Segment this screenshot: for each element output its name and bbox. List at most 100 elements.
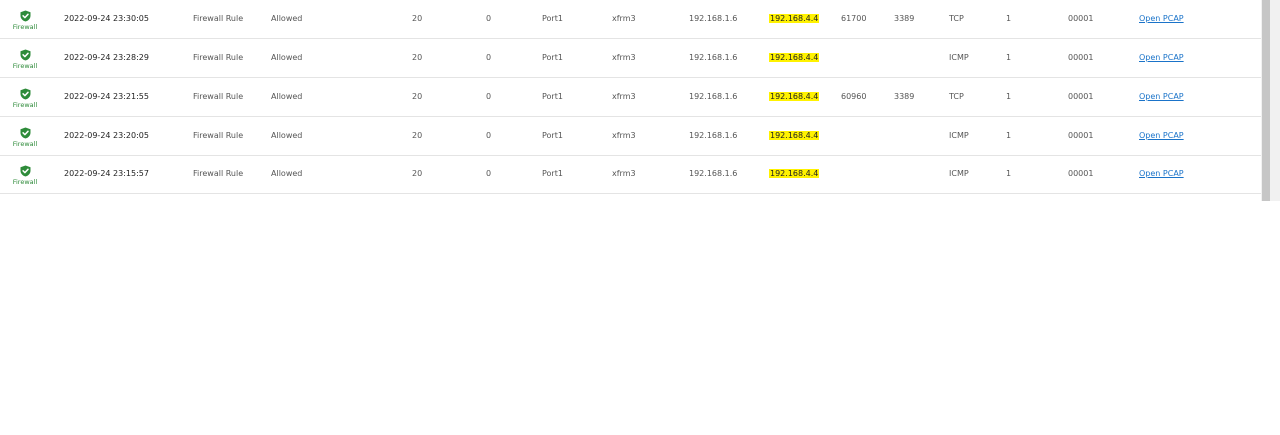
out-interface-cell: xfrm3 <box>612 53 636 62</box>
protocol-cell: ICMP <box>949 169 969 178</box>
rule-count-cell: 1 <box>1006 14 1012 23</box>
shield-check-icon <box>20 49 30 61</box>
open-pcap-link[interactable]: Open PCAP <box>1139 14 1184 23</box>
source-ip-cell: 192.168.1.6 <box>689 14 738 23</box>
policy-cell: 20 <box>412 131 423 140</box>
open-pcap-link[interactable]: Open PCAP <box>1139 131 1184 140</box>
rule-id-cell: 00001 <box>1068 131 1094 140</box>
rule-id-cell: 00001 <box>1068 92 1094 101</box>
destination-ip-cell: 192.168.4.4 <box>769 39 820 77</box>
module-label: Firewall <box>12 140 38 148</box>
source-ip-cell: 192.168.1.6 <box>689 92 738 101</box>
pcap-cell: Open PCAP <box>1139 155 1184 193</box>
in-interface-cell: Port1 <box>542 53 563 62</box>
log-type-cell: Firewall Rule <box>193 92 244 101</box>
open-pcap-link[interactable]: Open PCAP <box>1139 169 1184 178</box>
protocol-cell: TCP <box>949 92 964 101</box>
user-group-cell: 0 <box>486 92 492 101</box>
user-group-cell: 0 <box>486 169 492 178</box>
pcap-cell: Open PCAP <box>1139 0 1184 38</box>
source-port-cell: 60960 <box>841 92 867 101</box>
time-cell: 2022-09-24 23:15:57 <box>64 169 149 178</box>
policy-cell: 20 <box>412 14 423 23</box>
source-ip-cell: 192.168.1.6 <box>689 53 738 62</box>
pcap-cell: Open PCAP <box>1139 78 1184 116</box>
rule-id-cell: 00001 <box>1068 169 1094 178</box>
destination-ip-highlight: 192.168.4.4 <box>769 131 820 140</box>
module-cell: Firewall <box>8 39 42 77</box>
time-cell: 2022-09-24 23:28:29 <box>64 53 149 62</box>
status-cell: Allowed <box>271 131 303 140</box>
table-row[interactable]: Firewall 2022-09-24 23:15:57 Firewall Ru… <box>0 155 1261 194</box>
destination-ip-highlight: 192.168.4.4 <box>769 53 820 62</box>
pcap-cell: Open PCAP <box>1139 39 1184 77</box>
user-group-cell: 0 <box>486 14 492 23</box>
shield-check-icon <box>20 165 30 177</box>
destination-port-cell: 3389 <box>894 14 915 23</box>
status-cell: Allowed <box>271 92 303 101</box>
log-type-cell: Firewall Rule <box>193 169 244 178</box>
out-interface-cell: xfrm3 <box>612 169 636 178</box>
shield-check-icon <box>20 10 30 22</box>
status-cell: Allowed <box>271 14 303 23</box>
module-cell: Firewall <box>8 0 42 38</box>
log-viewer-table: Firewall 2022-09-24 23:30:05 Firewall Ru… <box>0 0 1262 201</box>
user-group-cell: 0 <box>486 53 492 62</box>
in-interface-cell: Port1 <box>542 131 563 140</box>
open-pcap-link[interactable]: Open PCAP <box>1139 53 1184 62</box>
rule-id-cell: 00001 <box>1068 53 1094 62</box>
module-cell: Firewall <box>8 78 42 116</box>
status-cell: Allowed <box>271 169 303 178</box>
scrollbar-thumb[interactable] <box>1262 0 1270 201</box>
protocol-cell: ICMP <box>949 53 969 62</box>
time-cell: 2022-09-24 23:30:05 <box>64 14 149 23</box>
in-interface-cell: Port1 <box>542 92 563 101</box>
module-label: Firewall <box>12 23 38 31</box>
user-group-cell: 0 <box>486 131 492 140</box>
rule-id-cell: 00001 <box>1068 14 1094 23</box>
destination-port-cell: 3389 <box>894 92 915 101</box>
policy-cell: 20 <box>412 53 423 62</box>
rule-count-cell: 1 <box>1006 169 1012 178</box>
in-interface-cell: Port1 <box>542 14 563 23</box>
destination-ip-highlight: 192.168.4.4 <box>769 92 820 101</box>
pcap-cell: Open PCAP <box>1139 117 1184 155</box>
time-cell: 2022-09-24 23:20:05 <box>64 131 149 140</box>
shield-check-icon <box>20 127 30 139</box>
log-type-cell: Firewall Rule <box>193 131 244 140</box>
protocol-cell: TCP <box>949 14 964 23</box>
source-ip-cell: 192.168.1.6 <box>689 131 738 140</box>
table-row[interactable]: Firewall 2022-09-24 23:30:05 Firewall Ru… <box>0 0 1261 39</box>
module-cell: Firewall <box>8 117 42 155</box>
policy-cell: 20 <box>412 92 423 101</box>
module-label: Firewall <box>12 101 38 109</box>
shield-check-icon <box>20 88 30 100</box>
log-type-cell: Firewall Rule <box>193 53 244 62</box>
destination-ip-highlight: 192.168.4.4 <box>769 169 820 178</box>
table-row[interactable]: Firewall 2022-09-24 23:20:05 Firewall Ru… <box>0 117 1261 156</box>
destination-ip-cell: 192.168.4.4 <box>769 155 820 193</box>
policy-cell: 20 <box>412 169 423 178</box>
source-ip-cell: 192.168.1.6 <box>689 169 738 178</box>
next-row-peek <box>10 199 30 201</box>
destination-ip-cell: 192.168.4.4 <box>769 0 820 38</box>
source-port-cell: 61700 <box>841 14 867 23</box>
out-interface-cell: xfrm3 <box>612 14 636 23</box>
module-cell: Firewall <box>8 155 42 193</box>
rule-count-cell: 1 <box>1006 53 1012 62</box>
time-cell: 2022-09-24 23:21:55 <box>64 92 149 101</box>
module-label: Firewall <box>12 178 38 186</box>
destination-ip-cell: 192.168.4.4 <box>769 117 820 155</box>
log-type-cell: Firewall Rule <box>193 14 244 23</box>
table-row[interactable]: Firewall 2022-09-24 23:21:55 Firewall Ru… <box>0 78 1261 117</box>
destination-ip-highlight: 192.168.4.4 <box>769 14 820 23</box>
out-interface-cell: xfrm3 <box>612 92 636 101</box>
protocol-cell: ICMP <box>949 131 969 140</box>
destination-ip-cell: 192.168.4.4 <box>769 78 820 116</box>
table-row[interactable]: Firewall 2022-09-24 23:28:29 Firewall Ru… <box>0 39 1261 78</box>
rule-count-cell: 1 <box>1006 92 1012 101</box>
status-cell: Allowed <box>271 53 303 62</box>
module-label: Firewall <box>12 62 38 70</box>
open-pcap-link[interactable]: Open PCAP <box>1139 92 1184 101</box>
out-interface-cell: xfrm3 <box>612 131 636 140</box>
